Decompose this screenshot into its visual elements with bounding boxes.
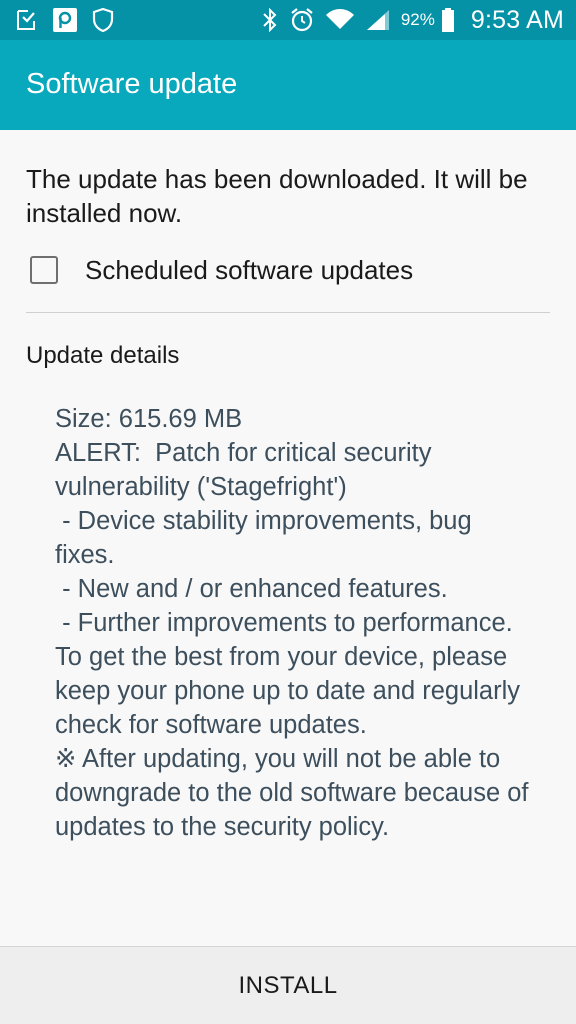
alarm-icon (289, 7, 315, 33)
install-button[interactable]: INSTALL (238, 972, 337, 1000)
signal-icon (365, 8, 391, 32)
scheduled-updates-option[interactable]: Scheduled software updates (26, 248, 550, 292)
screen: 92% 9:53 AM Software update The update h… (0, 0, 576, 1024)
bluetooth-icon (261, 7, 279, 33)
clock: 9:53 AM (470, 5, 564, 34)
detail-line: - New and / or enhanced features. (55, 575, 448, 603)
divider (26, 312, 550, 313)
wifi-icon (325, 8, 355, 32)
bottom-action-bar: INSTALL (0, 946, 576, 1024)
app-bar: Software update (0, 40, 576, 130)
detail-line: ※ After updating, you will not be able t… (55, 745, 536, 841)
detail-line: - Further improvements to performance. (55, 609, 513, 637)
detail-line: Size: 615.69 MB (55, 405, 243, 433)
update-details-heading: Update details (26, 342, 180, 369)
update-content[interactable]: The update has been downloaded. It will … (0, 130, 576, 946)
update-details-text: Size: 615.69 MB ALERT: Patch for critica… (55, 402, 535, 844)
download-complete-icon (14, 8, 38, 32)
scheduled-updates-label[interactable]: Scheduled software updates (85, 255, 413, 286)
status-bar-system: 92% 9:53 AM (261, 0, 564, 40)
download-status-message: The update has been downloaded. It will … (26, 164, 528, 228)
battery-icon (441, 7, 455, 33)
status-bar-notifications (14, 6, 114, 34)
detail-line: To get the best from your device, please… (55, 643, 528, 739)
scheduled-updates-checkbox[interactable] (30, 256, 58, 284)
detail-line: ALERT: Patch for critical security vulne… (55, 439, 439, 501)
battery-percent: 92% (400, 10, 435, 29)
pen-app-icon (52, 7, 78, 33)
status-bar: 92% 9:53 AM (0, 0, 576, 40)
page-title: Software update (26, 68, 238, 100)
shield-icon (92, 7, 114, 33)
detail-line: - Device stability improvements, bug fix… (55, 507, 479, 569)
